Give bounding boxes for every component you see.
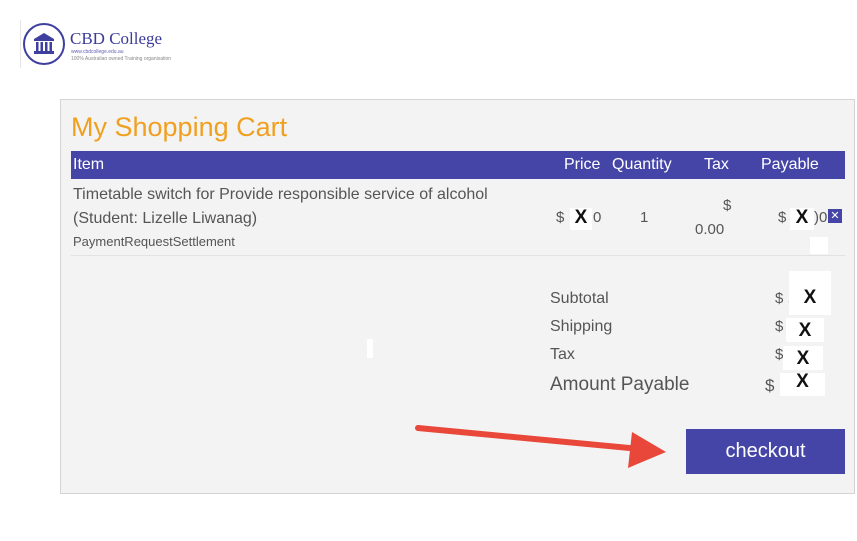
page-title: My Shopping Cart xyxy=(71,112,288,142)
amount-payable-label: Amount Payable xyxy=(550,374,690,395)
shopping-cart-panel: My Shopping Cart Item Price Quantity Tax… xyxy=(60,99,855,494)
cart-item-description: Timetable switch for Provide responsible… xyxy=(73,183,533,231)
redacted-amount-payable: X xyxy=(780,372,825,396)
item-payable-value: )0 xyxy=(814,209,828,226)
brand-name: CBD College xyxy=(70,29,163,48)
item-price-currency: $ xyxy=(556,209,565,226)
tax-label: Tax xyxy=(550,346,575,363)
item-tax-currency: $ xyxy=(723,197,732,214)
remove-item-icon[interactable]: ✕ xyxy=(828,209,842,223)
redacted-shipping: X xyxy=(786,318,824,342)
cart-item-type: PaymentRequestSettlement xyxy=(73,234,235,249)
column-header-item: Item xyxy=(73,156,105,173)
cart-item-name: Timetable switch for Provide responsible… xyxy=(73,186,488,203)
cart-item-student: (Student: Lizelle Liwanag) xyxy=(73,210,258,227)
column-header-tax: Tax xyxy=(704,156,729,173)
item-tax-value: 0.00 xyxy=(695,221,725,238)
redacted-price: X xyxy=(570,208,592,230)
cbd-college-logo[interactable]: CBD College www.cbdcollege.edu.au 100% A… xyxy=(20,20,171,68)
column-header-quantity: Quantity xyxy=(612,156,672,173)
blank-box xyxy=(810,237,828,254)
cart-table-header: Item Price Quantity Tax Payable xyxy=(71,151,845,179)
brand-url: www.cbdcollege.edu.au xyxy=(71,49,124,55)
logo-divider xyxy=(20,20,21,68)
row-divider xyxy=(71,255,845,256)
college-building-icon xyxy=(23,23,65,65)
redacted-subtotal: X xyxy=(789,271,831,315)
shipping-currency: $ xyxy=(775,318,784,335)
redacted-tax: X xyxy=(783,346,823,370)
amount-payable-currency: $ xyxy=(765,376,775,395)
blank-marker xyxy=(367,339,373,358)
item-payable-currency: $ xyxy=(778,209,787,226)
column-header-payable: Payable xyxy=(761,156,819,173)
subtotal-label: Subtotal xyxy=(550,290,609,307)
shipping-label: Shipping xyxy=(550,318,613,335)
checkout-button[interactable]: checkout xyxy=(686,429,845,474)
item-price-value: 0 xyxy=(593,209,602,226)
column-header-price: Price xyxy=(564,156,601,173)
redacted-payable: X xyxy=(790,208,814,230)
brand-tagline: 100% Australian owned Training organisat… xyxy=(71,56,172,62)
item-quantity: 1 xyxy=(640,209,649,226)
